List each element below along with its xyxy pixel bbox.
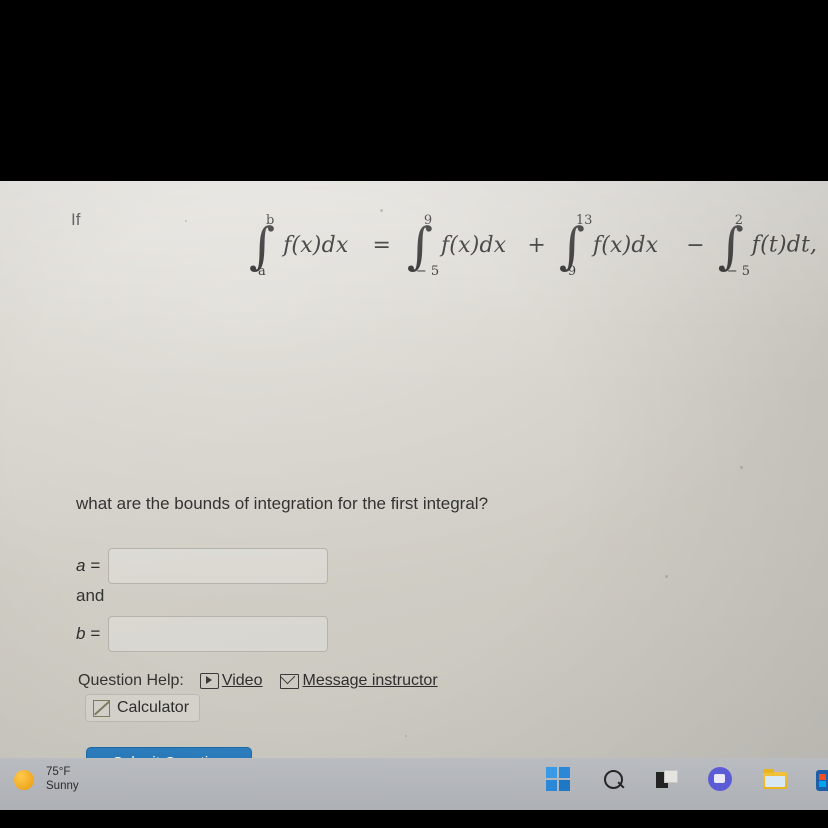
assignment-page: If ∫ b a f(x)dx = ∫ 9 − 5 f(x)dx + ∫ 13 … [0,181,828,778]
video-play-icon [199,673,219,689]
calculator-label: Calculator [117,699,190,716]
equals-sign: = [372,232,391,258]
task-view-button[interactable] [654,767,680,793]
file-explorer-icon [763,769,787,789]
start-icon [546,767,570,791]
video-help-link[interactable]: Video [199,672,263,690]
integral-symbol: ∫ [406,217,433,275]
question-help-row: Question Help: Video Message instructor [78,672,456,690]
microsoft-store-icon [816,770,828,791]
video-link-label: Video [221,672,263,689]
integral-lower-bound: 9 [567,264,577,279]
conjunction-and: and [76,586,105,605]
bottom-black-border [0,810,828,828]
calculator-icon [93,699,110,717]
plus-operator: + [527,232,546,258]
chat-icon [708,767,732,791]
integral-term-3: ∫ 13 9 [558,213,593,279]
integral-lower-bound: − 5 [726,264,751,279]
microsoft-store-button[interactable] [816,767,828,793]
integral-term-2: ∫ 9 − 5 [406,213,439,279]
weather-widget[interactable]: 75°F Sunny [14,766,79,793]
integrand-3: f(x)dx [592,232,659,258]
calculator-button[interactable]: Calculator [85,694,201,722]
question-intro: If [71,210,81,229]
minus-operator: − [686,232,705,258]
search-button[interactable] [600,767,626,793]
integral-upper-bound: 9 [423,213,433,228]
integral-symbol: ∫ [558,217,585,275]
chat-button[interactable] [708,767,734,793]
integral-term-1: ∫ b a [249,213,276,279]
photo-of-screen: If ∫ b a f(x)dx = ∫ 9 − 5 f(x)dx + ∫ 13 … [0,0,828,828]
answer-input-a[interactable] [108,548,328,584]
integrand-2: f(x)dx [440,232,507,258]
top-black-border [0,0,828,181]
weather-condition: Sunny [46,779,79,792]
envelope-icon [280,673,300,689]
file-explorer-button[interactable] [762,767,788,793]
integral-lower-bound: − 5 [415,264,440,279]
message-instructor-label: Message instructor [302,672,438,689]
message-instructor-link[interactable]: Message instructor [280,672,438,690]
answer-row-b: b = [76,616,328,652]
windows-taskbar: 75°F Sunny [0,758,828,810]
integral-upper-bound: b [266,213,275,228]
sun-icon [14,769,34,790]
weather-text: 75°F Sunny [46,766,79,793]
integral-symbol: ∫ [717,217,744,275]
answer-row-a: a = [76,548,328,584]
answer-input-b[interactable] [108,616,328,652]
answer-label-b: b = [76,624,101,643]
integral-upper-bound: 13 [575,213,593,228]
weather-temperature: 75°F [46,766,71,778]
task-view-icon-secondary [664,770,678,783]
laptop-screen: If ∫ b a f(x)dx = ∫ 9 − 5 f(x)dx + ∫ 13 … [0,181,828,778]
integral-symbol: ∫ [249,217,276,275]
integrand-4: f(t)dt, [751,232,818,258]
integral-term-4: ∫ 2 − 5 [717,213,750,279]
question-prompt: what are the bounds of integration for t… [76,494,489,513]
integrand-1: f(x)dx [283,232,349,258]
integral-upper-bound: 2 [734,213,743,228]
integral-lower-bound: a [258,264,266,279]
answer-label-a: a = [76,556,101,575]
taskbar-icon-tray [546,767,828,793]
question-help-label: Question Help: [78,672,184,689]
start-button[interactable] [546,767,572,793]
integral-equation: ∫ b a f(x)dx = ∫ 9 − 5 f(x)dx + ∫ 13 9 f… [248,213,818,279]
